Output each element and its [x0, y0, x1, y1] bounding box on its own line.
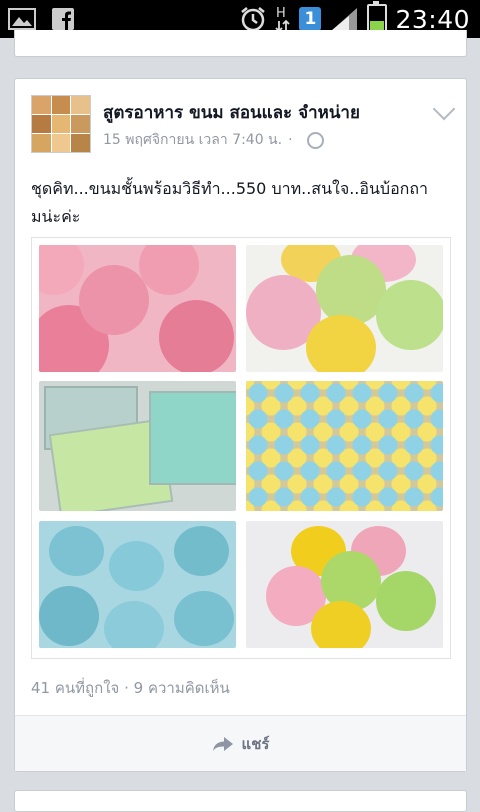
photo-pink-rose-jelly[interactable]: [39, 245, 236, 372]
globe-icon: [306, 131, 324, 149]
photo-four-rose-jelly[interactable]: [246, 521, 443, 648]
next-post-card: [14, 790, 467, 812]
photo-colorful-cups[interactable]: [246, 381, 443, 511]
page-name-link[interactable]: สูตรอาหาร ขนม สอนและ จำหน่าย: [103, 99, 360, 126]
photo-trays-of-jelly[interactable]: [39, 381, 236, 511]
comments-count[interactable]: 9 ความคิดเห็น: [134, 679, 230, 697]
facebook-icon: [52, 8, 74, 30]
photo-pastel-rose-jelly[interactable]: [246, 245, 443, 372]
chevron-down-icon[interactable]: [432, 97, 456, 121]
svg-text:H: H: [276, 6, 286, 21]
post-text: ชุดคิท...ขนมชั้นพร้อมวิธีทำ...550 บาท..ส…: [31, 179, 429, 226]
likes-count[interactable]: 41 คนที่ถูกใจ: [31, 679, 119, 697]
photo-blue-rose-jelly[interactable]: [39, 521, 236, 648]
sim-badge: 1: [299, 7, 322, 31]
gallery-icon: [8, 8, 36, 30]
share-button[interactable]: แชร์: [15, 716, 466, 771]
share-label: แชร์: [241, 734, 270, 753]
previous-post-card: [14, 30, 467, 57]
data-arrows-icon: H: [275, 6, 291, 33]
photo-grid[interactable]: [31, 237, 451, 659]
signal-icon: [331, 8, 358, 31]
post-timestamp[interactable]: 15 พฤศจิกายน เวลา 7:40 น.: [103, 129, 282, 151]
page-avatar[interactable]: [31, 95, 91, 153]
share-arrow-icon: [212, 736, 233, 751]
post-meta: 15 พฤศจิกายน เวลา 7:40 น. ·: [103, 129, 324, 151]
post-card: สูตรอาหาร ขนม สอนและ จำหน่าย 15 พฤศจิกาย…: [14, 78, 467, 772]
alarm-icon: [241, 7, 266, 32]
meta-separator: ·: [288, 132, 293, 148]
post-stats: 41 คนที่ถูกใจ · 9 ความคิดเห็น: [31, 676, 230, 700]
stats-separator: ·: [124, 679, 129, 697]
